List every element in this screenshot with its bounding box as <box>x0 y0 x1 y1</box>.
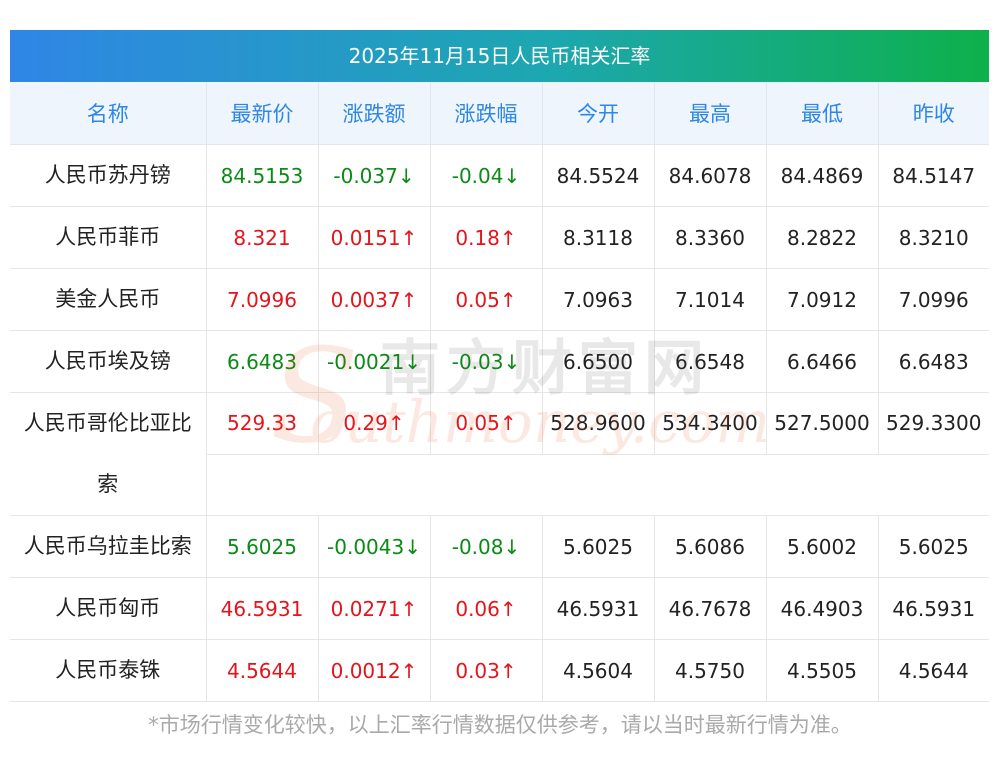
cell-change: -0.0021↓ <box>318 330 431 393</box>
table-row: 人民币哥伦比亚比索 529.33 0.29↑ 0.05↑ 528.9600 534.340… <box>10 392 989 516</box>
cell-price: 5.6025 <box>206 515 319 578</box>
cell-open: 5.6025 <box>542 515 655 578</box>
cell-prev-close: 6.6483 <box>878 330 989 393</box>
cell-change: -0.0043↓ <box>318 515 431 578</box>
currency-name: 人民币埃及镑 <box>10 330 207 393</box>
currency-name: 人民币哥伦比亚比索 <box>10 392 207 516</box>
cell-high: 5.6086 <box>654 515 767 578</box>
cell-price: 6.6483 <box>206 330 319 393</box>
cell-prev-close: 529.3300 <box>878 392 989 455</box>
cell-open: 8.3118 <box>542 206 655 269</box>
cell-high: 8.3360 <box>654 206 767 269</box>
cell-change-pct: -0.08↓ <box>430 515 543 578</box>
cell-change-pct: 0.05↑ <box>430 268 543 331</box>
page-title: 2025年11月15日人民币相关汇率 <box>10 30 989 82</box>
cell-open: 7.0963 <box>542 268 655 331</box>
cell-low: 6.6466 <box>766 330 879 393</box>
cell-change: 0.29↑ <box>318 392 431 455</box>
table-row: 人民币泰铢 4.5644 0.0012↑ 0.03↑ 4.5604 4.5750 4.550… <box>10 639 989 702</box>
table-row: 人民币乌拉圭比索 5.6025 -0.0043↓ -0.08↓ 5.6025 5.6086… <box>10 515 989 578</box>
cell-prev-close: 5.6025 <box>878 515 989 578</box>
currency-name: 人民币泰铢 <box>10 639 207 702</box>
header-low: 最低 <box>766 82 879 145</box>
cell-prev-close: 84.5147 <box>878 144 989 207</box>
cell-prev-close: 4.5644 <box>878 639 989 702</box>
currency-name: 美金人民币 <box>10 268 207 331</box>
cell-high: 46.7678 <box>654 577 767 640</box>
cell-low: 7.0912 <box>766 268 879 331</box>
cell-price: 7.0996 <box>206 268 319 331</box>
table-row: 人民币埃及镑 6.6483 -0.0021↓ -0.03↓ 6.6500 6.6548 6.… <box>10 330 989 393</box>
header-high: 最高 <box>654 82 767 145</box>
cell-price: 529.33 <box>206 392 319 455</box>
header-change-pct: 涨跌幅 <box>430 82 543 145</box>
cell-change-pct: -0.03↓ <box>430 330 543 393</box>
cell-low: 46.4903 <box>766 577 879 640</box>
cell-prev-close: 7.0996 <box>878 268 989 331</box>
cell-low: 8.2822 <box>766 206 879 269</box>
cell-prev-close: 46.5931 <box>878 577 989 640</box>
cell-price: 8.321 <box>206 206 319 269</box>
currency-name: 人民币苏丹镑 <box>10 144 207 207</box>
cell-high: 84.6078 <box>654 144 767 207</box>
cell-open: 46.5931 <box>542 577 655 640</box>
cell-change-pct: -0.04↓ <box>430 144 543 207</box>
currency-name: 人民币菲币 <box>10 206 207 269</box>
cell-low: 4.5505 <box>766 639 879 702</box>
cell-change: 0.0151↑ <box>318 206 431 269</box>
cell-price: 84.5153 <box>206 144 319 207</box>
cell-change: 0.0271↑ <box>318 577 431 640</box>
exchange-rate-table: 名称 最新价 涨跌额 涨跌幅 今开 最高 最低 昨收 人民币苏丹镑 84.5153… <box>10 82 989 702</box>
table-row: 人民币菲币 8.321 0.0151↑ 0.18↑ 8.3118 8.3360 8.2822… <box>10 206 989 269</box>
cell-change: -0.037↓ <box>318 144 431 207</box>
cell-open: 84.5524 <box>542 144 655 207</box>
table-row: 人民币苏丹镑 84.5153 -0.037↓ -0.04↓ 84.5524 84.6078… <box>10 144 989 207</box>
cell-low: 527.5000 <box>766 392 879 455</box>
header-open: 今开 <box>542 82 655 145</box>
currency-name: 人民币乌拉圭比索 <box>10 515 207 578</box>
cell-change-pct: 0.05↑ <box>430 392 543 455</box>
cell-high: 4.5750 <box>654 639 767 702</box>
cell-change: 0.0037↑ <box>318 268 431 331</box>
header-prev-close: 昨收 <box>878 82 989 145</box>
cell-change-pct: 0.18↑ <box>430 206 543 269</box>
table-header-row: 名称 最新价 涨跌额 涨跌幅 今开 最高 最低 昨收 <box>10 82 989 145</box>
cell-high: 534.3400 <box>654 392 767 455</box>
cell-low: 84.4869 <box>766 144 879 207</box>
header-name: 名称 <box>10 82 207 145</box>
cell-change-pct: 0.03↑ <box>430 639 543 702</box>
table-row: 美金人民币 7.0996 0.0037↑ 0.05↑ 7.0963 7.1014 7.091… <box>10 268 989 331</box>
header-price: 最新价 <box>206 82 319 145</box>
cell-high: 7.1014 <box>654 268 767 331</box>
cell-prev-close: 8.3210 <box>878 206 989 269</box>
table-row: 人民币匈币 46.5931 0.0271↑ 0.06↑ 46.5931 46.7678 46… <box>10 577 989 640</box>
cell-price: 46.5931 <box>206 577 319 640</box>
cell-price: 4.5644 <box>206 639 319 702</box>
cell-change: 0.0012↑ <box>318 639 431 702</box>
rates-panel: 2025年11月15日人民币相关汇率 名称 最新价 涨跌额 涨跌幅 今开 最高 … <box>10 30 989 702</box>
cell-open: 528.9600 <box>542 392 655 455</box>
cell-change-pct: 0.06↑ <box>430 577 543 640</box>
row-continuation-spacer <box>206 454 989 516</box>
cell-high: 6.6548 <box>654 330 767 393</box>
cell-open: 6.6500 <box>542 330 655 393</box>
header-change: 涨跌额 <box>318 82 431 145</box>
disclaimer-note: *市场行情变化较快，以上汇率行情数据仅供参考，请以当时最新行情为准。 <box>148 713 852 737</box>
currency-name: 人民币匈币 <box>10 577 207 640</box>
cell-low: 5.6002 <box>766 515 879 578</box>
cell-open: 4.5604 <box>542 639 655 702</box>
